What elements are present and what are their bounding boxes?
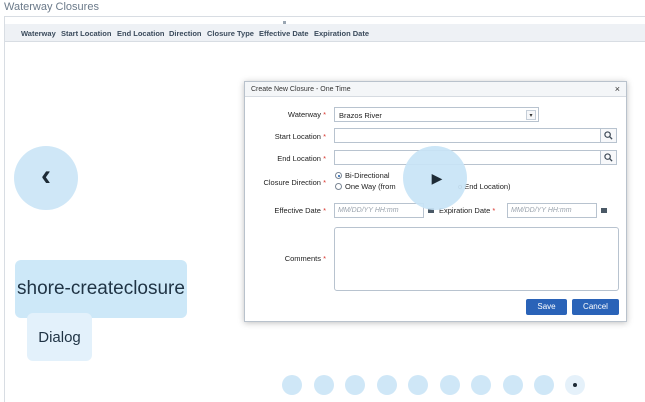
column-header-closure-type[interactable]: Closure Type xyxy=(207,29,254,38)
previous-slide-button[interactable]: ‹ xyxy=(14,146,78,210)
bi-directional-radio[interactable] xyxy=(335,172,342,179)
slide-name-label: shore-createclosure xyxy=(15,260,187,318)
slide-dot-8[interactable] xyxy=(503,375,523,395)
effective-date-label: Effective Date * xyxy=(274,206,326,215)
start-location-label: Start Location * xyxy=(275,132,326,141)
slide-dot-6[interactable] xyxy=(440,375,460,395)
column-header-expiration-date[interactable]: Expiration Date xyxy=(314,29,369,38)
slide-dot-1[interactable] xyxy=(282,375,302,395)
slide-dot-2[interactable] xyxy=(314,375,334,395)
waterway-select[interactable]: Brazos River ▾ xyxy=(334,107,539,122)
bi-directional-option-label: Bi-Directional xyxy=(345,171,390,180)
column-header-end-location[interactable]: End Location xyxy=(117,29,165,38)
required-marker: * xyxy=(323,110,326,119)
column-header-direction[interactable]: Direction xyxy=(169,29,202,38)
required-marker: * xyxy=(323,206,326,215)
effective-date-placeholder: MM/DD/YY HH:mm xyxy=(338,207,399,214)
end-location-input[interactable] xyxy=(334,150,601,165)
page-title: Waterway Closures xyxy=(4,1,99,13)
dialog-title: Create New Closure - One Time xyxy=(251,86,351,93)
table-header: Waterway Start Location End Location Dir… xyxy=(5,24,645,42)
play-icon: ▶ xyxy=(431,169,443,186)
start-location-search-button[interactable] xyxy=(600,128,617,143)
one-way-radio[interactable] xyxy=(335,183,342,190)
column-header-start-location[interactable]: Start Location xyxy=(61,29,111,38)
column-header-waterway[interactable]: Waterway xyxy=(21,29,56,38)
save-button[interactable]: Save xyxy=(526,299,567,315)
column-header-effective-date[interactable]: Effective Date xyxy=(259,29,309,38)
play-button[interactable]: ▶ xyxy=(403,146,467,210)
slide-dot-9[interactable] xyxy=(534,375,554,395)
closure-direction-label: Closure Direction * xyxy=(263,178,326,187)
end-location-search-button[interactable] xyxy=(600,150,617,165)
effective-date-label-text: Effective Date xyxy=(274,206,321,215)
waterway-label-text: Waterway xyxy=(287,110,321,119)
required-marker: * xyxy=(323,178,326,187)
sort-indicator-icon xyxy=(283,21,286,24)
chevron-down-icon[interactable]: ▾ xyxy=(526,110,536,120)
waterway-label: Waterway * xyxy=(288,110,326,119)
one-way-option-label: One Way (from xyxy=(345,182,396,191)
search-icon xyxy=(604,131,613,140)
chevron-left-icon: ‹ xyxy=(41,159,51,192)
end-location-label-text: End Location xyxy=(277,154,321,163)
slide-dot-4[interactable] xyxy=(377,375,397,395)
start-location-input[interactable] xyxy=(334,128,601,143)
waterway-select-value: Brazos River xyxy=(339,111,382,120)
required-marker: * xyxy=(323,254,326,263)
required-marker: * xyxy=(492,206,496,215)
slide-dot-3[interactable] xyxy=(345,375,365,395)
dialog-title-bar: Create New Closure - One Time × xyxy=(245,82,626,97)
closure-direction-label-text: Closure Direction xyxy=(263,178,321,187)
required-marker: * xyxy=(323,154,326,163)
cancel-button[interactable]: Cancel xyxy=(572,299,619,315)
slide-type-label: Dialog xyxy=(27,313,92,361)
end-location-label: End Location * xyxy=(277,154,326,163)
comments-textarea[interactable] xyxy=(334,227,619,291)
search-icon xyxy=(604,153,613,162)
required-marker: * xyxy=(323,132,326,141)
effective-date-input[interactable]: MM/DD/YY HH:mm xyxy=(334,203,424,218)
comments-label-text: Comments xyxy=(284,254,321,263)
start-location-label-text: Start Location xyxy=(274,132,321,141)
comments-label: Comments * xyxy=(285,254,326,263)
close-icon[interactable]: × xyxy=(615,82,620,97)
slide-dot-7[interactable] xyxy=(471,375,491,395)
expiration-date-input[interactable]: MM/DD/YY HH:mm xyxy=(507,203,597,218)
slide-dot-10-active[interactable] xyxy=(565,375,585,395)
calendar-icon[interactable] xyxy=(601,208,607,213)
slide-dot-5[interactable] xyxy=(408,375,428,395)
expiration-date-placeholder: MM/DD/YY HH:mm xyxy=(511,207,572,214)
